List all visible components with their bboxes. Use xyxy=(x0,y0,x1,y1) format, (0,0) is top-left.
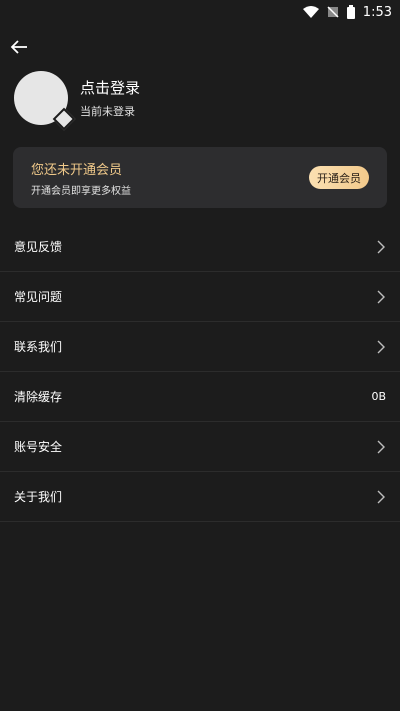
status-bar: 1:53 xyxy=(0,0,400,24)
menu-item-about[interactable]: 关于我们 xyxy=(0,472,400,522)
no-signal-icon xyxy=(327,6,339,18)
chevron-right-icon xyxy=(376,340,386,354)
menu-item-contact[interactable]: 联系我们 xyxy=(0,322,400,372)
vip-subtitle: 开通会员即享更多权益 xyxy=(31,186,131,197)
back-button[interactable] xyxy=(8,36,30,58)
login-status: 当前未登录 xyxy=(80,105,135,118)
chevron-right-icon xyxy=(376,490,386,504)
menu-item-label: 清除缓存 xyxy=(14,390,63,404)
open-vip-button[interactable]: 开通会员 xyxy=(309,166,369,189)
menu-item-label: 账号安全 xyxy=(14,440,63,454)
arrow-left-icon xyxy=(10,40,28,54)
menu-item-account-security[interactable]: 账号安全 xyxy=(0,422,400,472)
menu-item-faq[interactable]: 常见问题 xyxy=(0,272,400,322)
chevron-right-icon xyxy=(376,290,386,304)
menu-item-label: 关于我们 xyxy=(14,490,63,504)
menu-item-feedback[interactable]: 意见反馈 xyxy=(0,222,400,272)
menu-item-label: 联系我们 xyxy=(14,340,63,354)
battery-icon xyxy=(346,5,355,19)
status-time: 1:53 xyxy=(362,4,392,20)
cache-size-value: 0B xyxy=(371,390,386,403)
menu-item-label: 常见问题 xyxy=(14,290,63,304)
profile-section[interactable]: 点击登录 当前未登录 xyxy=(14,71,386,131)
menu-item-clear-cache[interactable]: 清除缓存 0B xyxy=(0,372,400,422)
vip-title: 您还未开通会员 xyxy=(31,163,123,178)
vip-card: 您还未开通会员 开通会员即享更多权益 开通会员 xyxy=(13,147,387,208)
chevron-right-icon xyxy=(376,240,386,254)
chevron-right-icon xyxy=(376,440,386,454)
login-title[interactable]: 点击登录 xyxy=(80,77,140,98)
menu-item-label: 意见反馈 xyxy=(14,240,63,254)
wifi-icon xyxy=(302,6,319,18)
settings-menu: 意见反馈 常见问题 联系我们 清除缓存 0B 账号安全 关于我们 xyxy=(0,222,400,522)
